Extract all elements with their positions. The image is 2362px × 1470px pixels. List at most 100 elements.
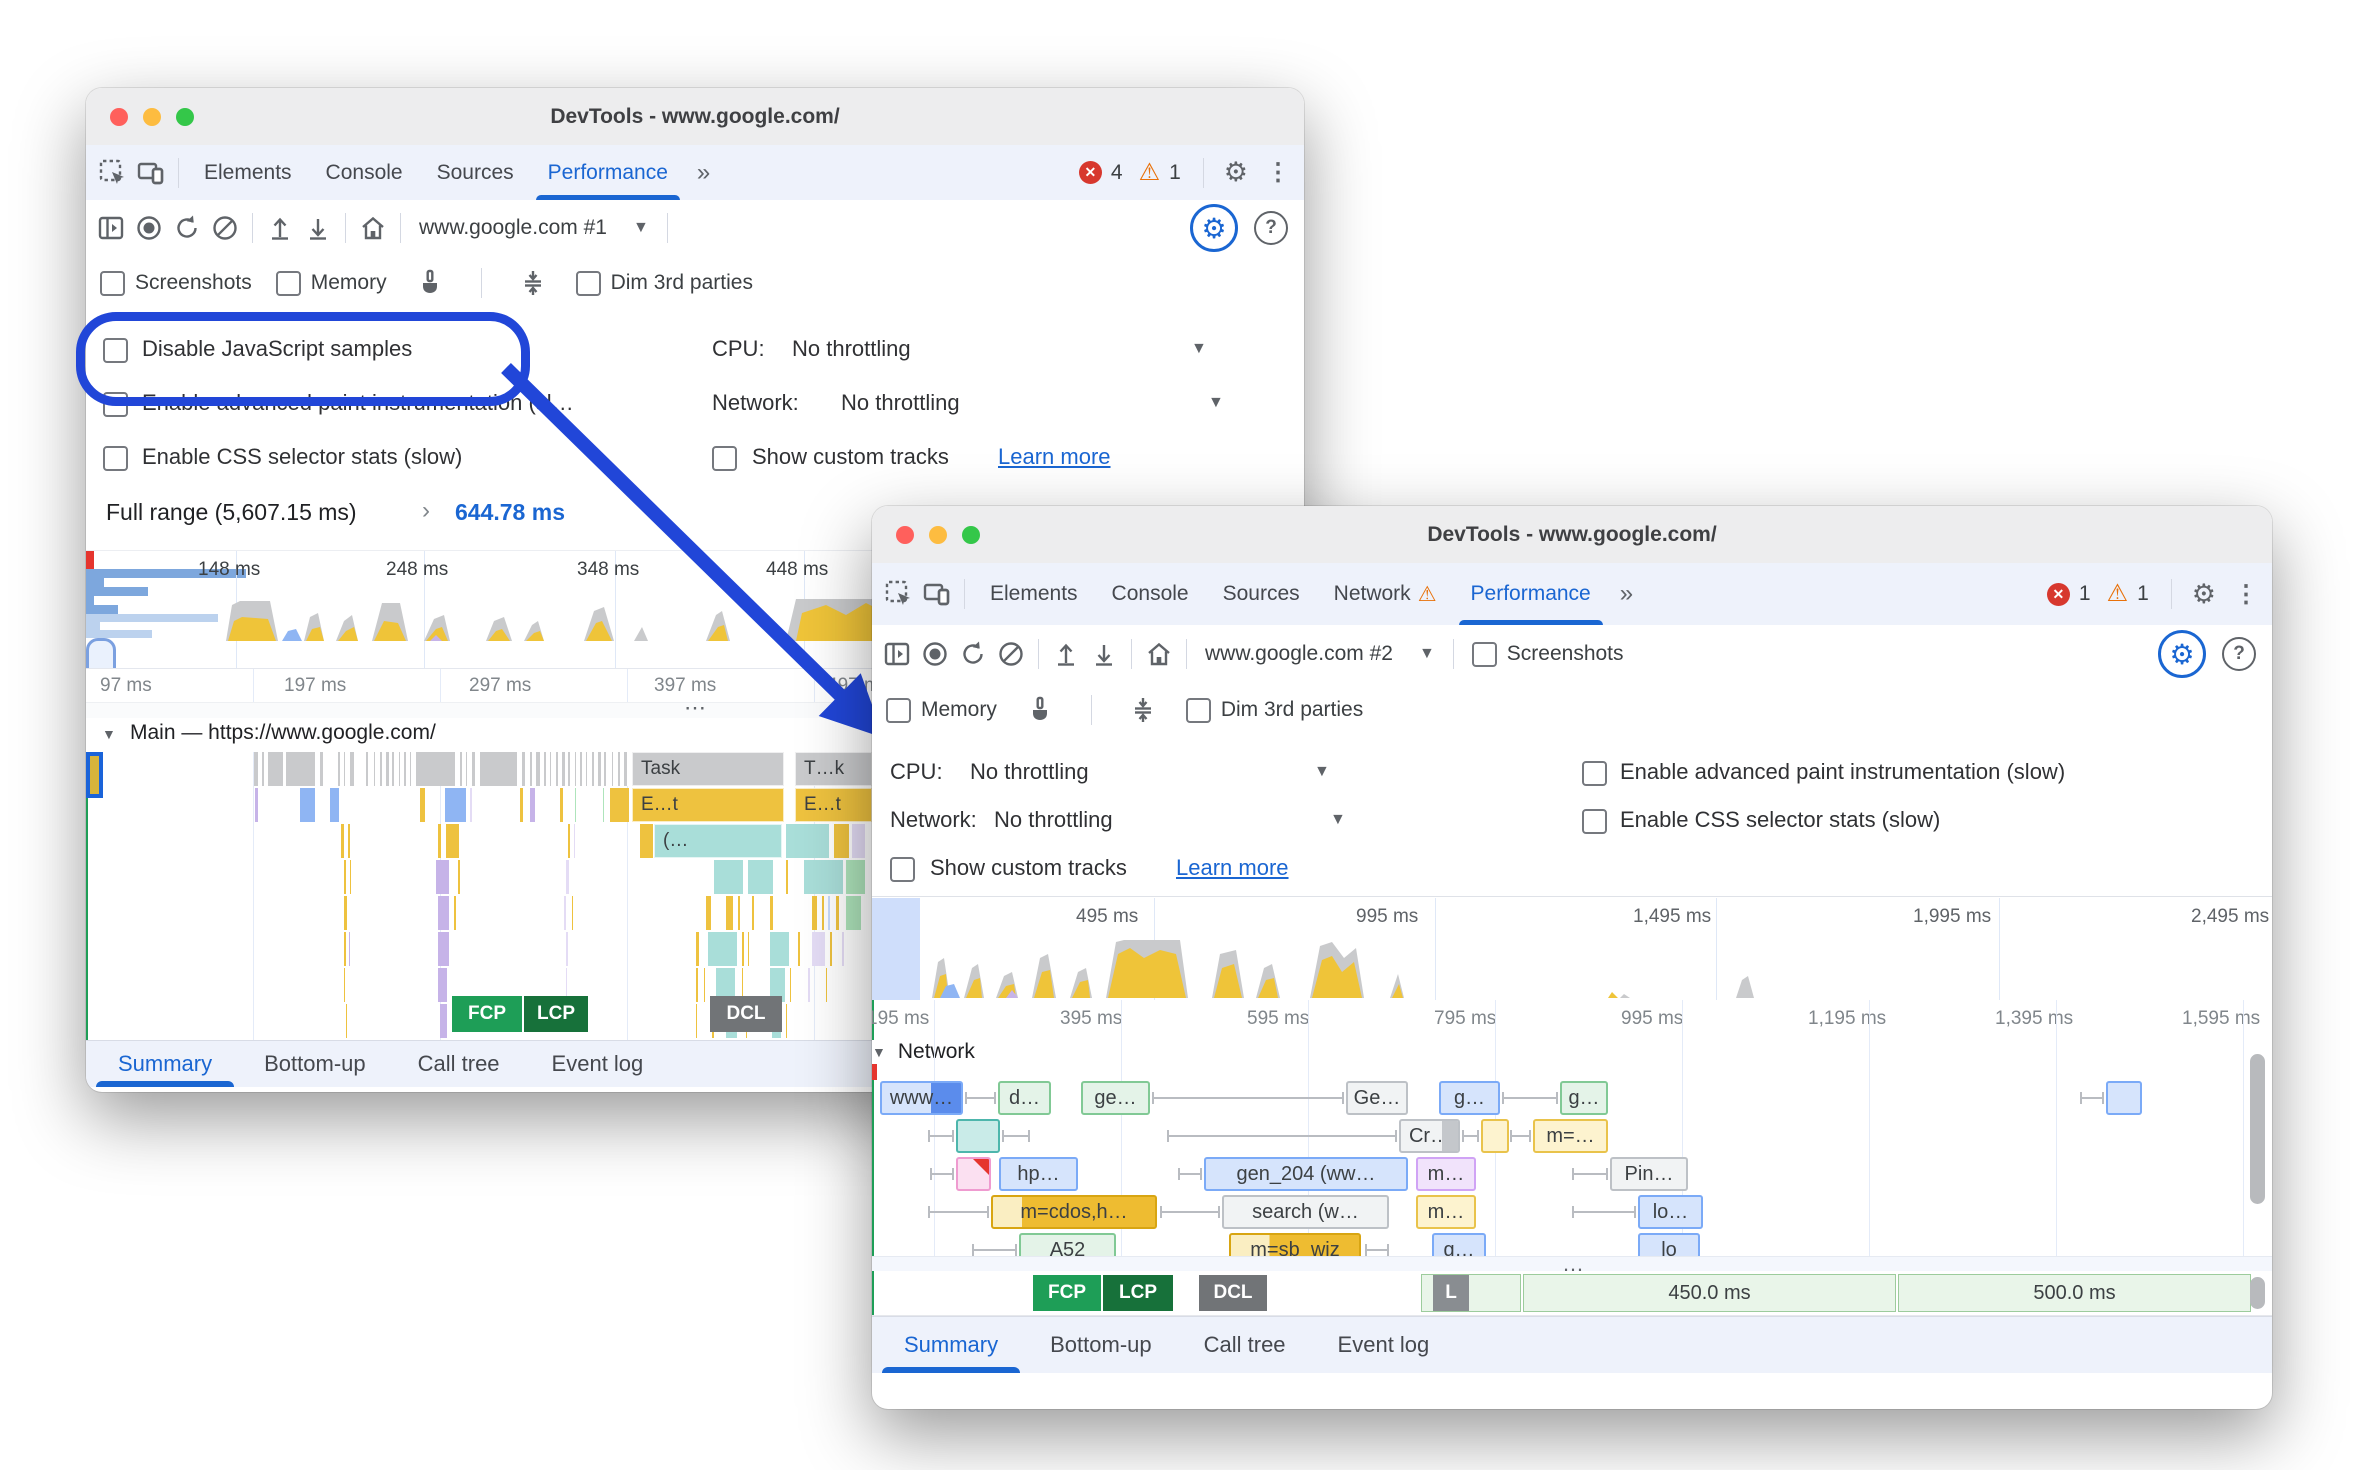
flame-segment[interactable] <box>846 860 866 894</box>
learn-more-link[interactable]: Learn more <box>1176 855 1289 881</box>
flame-segment[interactable] <box>341 824 345 858</box>
flame-segment[interactable] <box>708 932 738 966</box>
tab-console[interactable]: Console <box>1095 563 1206 625</box>
flame-segment[interactable] <box>786 860 789 894</box>
flame-segment[interactable] <box>472 752 476 786</box>
target-selector[interactable]: www.google.com #2▼ <box>1195 642 1445 666</box>
zoom-button[interactable] <box>962 526 980 544</box>
flame-segment[interactable] <box>348 824 351 858</box>
flame-segment[interactable] <box>445 788 467 822</box>
flame-segment[interactable] <box>438 896 450 930</box>
network-request[interactable]: gen_204 (ww… <box>1204 1157 1408 1191</box>
toggle-sidebar-icon[interactable] <box>92 209 130 247</box>
more-tabs-chevron-icon[interactable]: » <box>1608 580 1645 608</box>
flame-segment[interactable] <box>640 824 654 858</box>
network-caret-icon[interactable]: ▼ <box>1330 811 1346 829</box>
flame-segment[interactable] <box>836 896 840 930</box>
flame-segment[interactable] <box>560 788 564 822</box>
reload-and-record-icon[interactable] <box>168 209 206 247</box>
screenshots-checkbox[interactable] <box>100 271 125 296</box>
device-toolbar-icon[interactable] <box>918 575 956 613</box>
network-request[interactable]: lo <box>1638 1233 1700 1256</box>
expander-icon[interactable]: ▼ <box>102 726 116 742</box>
bottom-tab-bottom-up[interactable]: Bottom-up <box>1046 1317 1156 1373</box>
bottom-tab-call-tree[interactable]: Call tree <box>1200 1317 1290 1373</box>
frames-scrollbar[interactable] <box>2250 1277 2265 1309</box>
frame-duration-bar[interactable]: 450.0 ms <box>1523 1274 1896 1312</box>
network-request[interactable]: lo… <box>1638 1195 1703 1229</box>
flame-segment[interactable] <box>812 896 818 930</box>
flame-segment[interactable] <box>812 932 826 966</box>
flame-segment[interactable] <box>748 860 774 894</box>
selected-flame-event[interactable] <box>86 752 103 798</box>
network-throttle-select[interactable]: No throttling <box>994 807 1113 833</box>
warning-count-icon[interactable]: ⚠ <box>1139 161 1161 185</box>
live-metrics-icon[interactable] <box>1140 635 1178 673</box>
zoom-button[interactable] <box>176 108 194 126</box>
collect-garbage-icon[interactable] <box>514 264 552 302</box>
tab-network[interactable]: Network⚠ <box>1317 563 1454 625</box>
learn-more-link[interactable]: Learn more <box>998 444 1111 470</box>
dim-3rd-parties-toggle[interactable]: Dim 3rd parties <box>1186 698 1363 723</box>
flame-segment[interactable] <box>392 752 395 786</box>
capture-settings-button[interactable]: ⚙ <box>2158 630 2206 678</box>
cpu-caret-icon[interactable]: ▼ <box>1314 763 1330 781</box>
screenshots-checkbox[interactable] <box>1472 642 1497 667</box>
flame-segment[interactable] <box>834 824 850 858</box>
screenshots-toggle[interactable]: Screenshots <box>1472 642 1624 667</box>
load-profile-icon[interactable] <box>261 209 299 247</box>
error-count-icon[interactable]: ✕ <box>1079 161 1102 184</box>
network-request[interactable]: Pin… <box>1610 1157 1688 1191</box>
memory-checkbox[interactable] <box>276 271 301 296</box>
flame-segment[interactable] <box>696 932 700 966</box>
network-request[interactable]: m=sb_wiz <box>1229 1233 1361 1256</box>
flame-segment[interactable] <box>404 752 407 786</box>
flame-segment[interactable] <box>770 896 774 930</box>
flame-segment[interactable] <box>842 932 845 966</box>
flame-segment[interactable] <box>386 752 390 786</box>
network-request[interactable] <box>956 1119 1000 1153</box>
timing-badge-lcp[interactable]: LCP <box>524 996 588 1032</box>
bottom-tab-event-log[interactable]: Event log <box>548 1041 648 1087</box>
flame-segment[interactable] <box>420 788 426 822</box>
flame-segment[interactable] <box>566 860 570 894</box>
flame-segment[interactable] <box>446 824 460 858</box>
tab-console[interactable]: Console <box>309 145 420 200</box>
load-profile-icon[interactable] <box>1047 635 1085 673</box>
flame-segment[interactable] <box>380 752 383 786</box>
flame-segment[interactable] <box>830 932 833 966</box>
garbage-brush-icon[interactable] <box>1021 691 1059 729</box>
flame-segment[interactable] <box>466 752 468 786</box>
bottom-tab-summary[interactable]: Summary <box>114 1041 216 1087</box>
flame-segment[interactable] <box>828 896 831 930</box>
flame-segment[interactable] <box>798 932 801 966</box>
flame-segment[interactable] <box>568 824 571 858</box>
kebab-menu-icon[interactable]: ⋮ <box>2228 580 2272 609</box>
flame-segment[interactable] <box>822 896 825 930</box>
cpu-throttle-select[interactable]: No throttling <box>970 759 1089 785</box>
flame-segment[interactable] <box>696 1004 698 1038</box>
flame-segment[interactable] <box>330 788 340 822</box>
network-request[interactable] <box>1481 1119 1509 1153</box>
minimize-button[interactable] <box>143 108 161 126</box>
timing-badge-fcp[interactable]: FCP <box>1033 1275 1101 1311</box>
garbage-brush-icon[interactable] <box>411 264 449 302</box>
flame-segment[interactable] <box>399 752 401 786</box>
flame-segment[interactable] <box>346 1004 348 1038</box>
network-request[interactable]: g… <box>1560 1081 1608 1115</box>
flame-segment[interactable] <box>300 788 316 822</box>
network-track[interactable]: ▼Networkwww…d…ge…Ge…g…g…Cr…m=…hp…gen_204… <box>872 1040 2272 1256</box>
flame-segment[interactable] <box>344 752 346 786</box>
close-button[interactable] <box>896 526 914 544</box>
bottom-tab-bottom-up[interactable]: Bottom-up <box>260 1041 370 1087</box>
memory-checkbox[interactable] <box>886 698 911 723</box>
flame-segment[interactable] <box>748 932 750 966</box>
flame-segment[interactable] <box>852 824 866 858</box>
close-button[interactable] <box>110 108 128 126</box>
toggle-sidebar-icon[interactable] <box>878 635 916 673</box>
flame-segment[interactable] <box>786 1004 788 1038</box>
flame-segment[interactable] <box>438 968 448 1002</box>
tab-elements[interactable]: Elements <box>973 563 1095 625</box>
flame-segment[interactable] <box>790 968 792 1002</box>
record-icon[interactable] <box>130 209 168 247</box>
